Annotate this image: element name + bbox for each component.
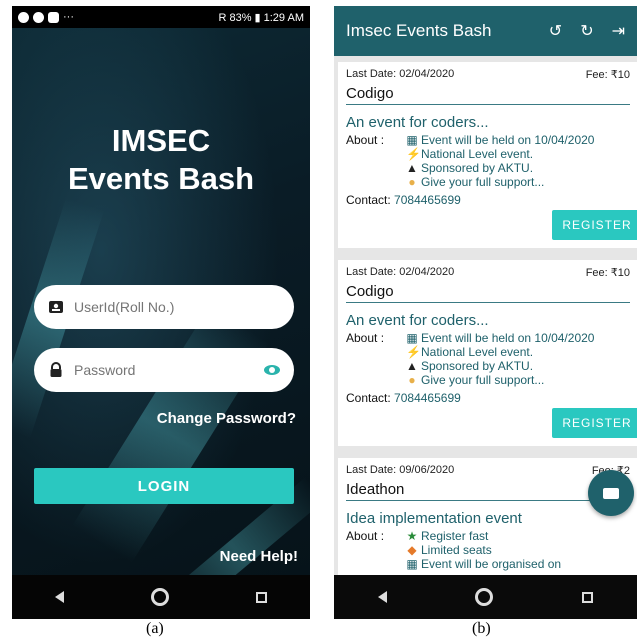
last-date: Last Date: 02/04/2020 — [346, 266, 455, 278]
about-line: ⚡National Level event. — [406, 147, 534, 161]
last-date: Last Date: 02/04/2020 — [346, 68, 455, 80]
about-line: ⚡National Level event. — [406, 345, 534, 359]
instagram-icon — [48, 11, 59, 23]
contact-label: Contact: — [346, 193, 391, 207]
contact: Contact: 7084465699 — [346, 391, 630, 405]
app-bar: Imsec Events Bash ↺ ↻ ⇥ — [334, 6, 637, 56]
facebook-icon — [18, 11, 29, 23]
app-bar-title: Imsec Events Bash — [346, 21, 492, 40]
password-input[interactable] — [74, 362, 264, 378]
about-line: ▦ Event will be held on 10/04/2020 — [406, 133, 595, 147]
notification-dots: ··· — [63, 11, 74, 23]
status-right-text: R 83% ▮ 1:29 AM — [218, 11, 304, 24]
runner-icon: ★ — [406, 529, 418, 543]
calendar-icon: ▦ — [406, 557, 418, 571]
register-button[interactable]: REGISTER — [552, 210, 637, 240]
id-card-icon — [49, 301, 63, 313]
about-line: ● Give your full support... — [406, 373, 594, 387]
about-line: ▲ Sponsored by AKTU. — [406, 161, 534, 175]
last-date: Last Date: 09/06/2020 — [346, 464, 455, 476]
event-description: An event for coders... — [346, 312, 489, 329]
about-section: About : ★ Register fast ◆ Limited seats ▦ E… — [346, 529, 630, 571]
refresh-icon[interactable]: ↻ — [580, 21, 593, 41]
event-name: Codigo — [346, 283, 630, 303]
event-card: Last Date: 02/04/2020 Fee: ₹10 Codigo An… — [338, 260, 637, 446]
change-password-link[interactable]: Change Password? — [157, 410, 296, 427]
calendar-icon: ▦ — [406, 331, 418, 345]
contact-number[interactable]: 7084465699 — [394, 391, 461, 405]
event-card: Last Date: 02/04/2020 Fee: ₹10 Codigo An… — [338, 62, 637, 248]
back-icon[interactable] — [55, 591, 65, 603]
graduation-cap-icon: ▲ — [406, 359, 418, 373]
event-name: Codigo — [346, 85, 630, 105]
about-label: About : — [346, 529, 385, 543]
event-description: Idea implementation event — [346, 510, 522, 527]
app-title-line1: IMSEC — [111, 123, 211, 158]
lock-icon — [50, 362, 62, 377]
event-description: An event for coders... — [346, 114, 489, 131]
need-help-link[interactable]: Need Help! — [220, 548, 298, 565]
app-title-line2: Events Bash — [67, 161, 255, 196]
about-line: ★ Register fast — [406, 529, 489, 543]
lightning-icon: ⚡ — [406, 345, 421, 359]
login-button[interactable]: LOGIN — [34, 468, 294, 504]
graduation-cap-icon: ▲ — [406, 161, 418, 175]
recent-apps-icon[interactable] — [255, 591, 267, 603]
password-field[interactable] — [34, 348, 294, 392]
mail-fab-button[interactable] — [588, 470, 634, 516]
userid-field[interactable] — [34, 285, 294, 329]
events-screen: Imsec Events Bash ↺ ↻ ⇥ Last Date: 02/04… — [334, 6, 637, 619]
login-screen: ··· R 83% ▮ 1:29 AM IMSEC Events Bash Ch… — [12, 6, 310, 619]
register-button[interactable]: REGISTER — [552, 408, 637, 438]
about-label: About : — [346, 331, 385, 345]
fee: Fee: ₹10 — [585, 267, 630, 279]
about-line: ● Give your full support... — [406, 175, 594, 189]
fee: Fee: ₹10 — [585, 69, 630, 81]
event-card: Last Date: 09/06/2020 Fee: ₹2 Ideathon I… — [338, 458, 637, 588]
history-icon[interactable]: ↺ — [549, 21, 562, 41]
home-icon[interactable] — [475, 588, 494, 606]
about-section: About : ▦ Event will be held on 10/04/202… — [346, 133, 630, 189]
home-icon[interactable] — [150, 588, 169, 606]
mail-icon — [603, 487, 619, 499]
contact-label: Contact: — [346, 391, 391, 405]
back-icon[interactable] — [378, 591, 388, 603]
logout-icon[interactable]: ⇥ — [612, 21, 625, 41]
navigation-bar — [334, 575, 637, 619]
caption-a: (a) — [146, 620, 164, 637]
status-bar: ··· R 83% ▮ 1:29 AM — [12, 6, 310, 28]
eye-icon[interactable] — [264, 365, 280, 375]
about-line: ◆ Limited seats — [407, 543, 492, 557]
contact: Contact: 7084465699 — [346, 193, 630, 207]
about-label: About : — [346, 133, 385, 147]
about-line: ▦ Event will be held on 10/04/2020 — [406, 331, 595, 345]
thumbs-up-icon: ● — [408, 373, 416, 387]
about-line: ▲ Sponsored by AKTU. — [406, 359, 534, 373]
navigation-bar — [12, 575, 310, 619]
thumbs-up-icon: ● — [408, 175, 416, 189]
pinterest-icon — [33, 11, 44, 23]
calendar-icon: ▦ — [406, 133, 418, 147]
caption-b: (b) — [472, 620, 491, 637]
about-line: ▦ Event will be organised on — [406, 557, 562, 571]
recent-apps-icon[interactable] — [581, 591, 593, 603]
lightning-icon: ⚡ — [406, 147, 421, 161]
contact-number[interactable]: 7084465699 — [394, 193, 461, 207]
about-section: About : ▦ Event will be held on 10/04/202… — [346, 331, 630, 387]
userid-input[interactable] — [74, 299, 280, 315]
fire-icon: ◆ — [407, 543, 417, 557]
